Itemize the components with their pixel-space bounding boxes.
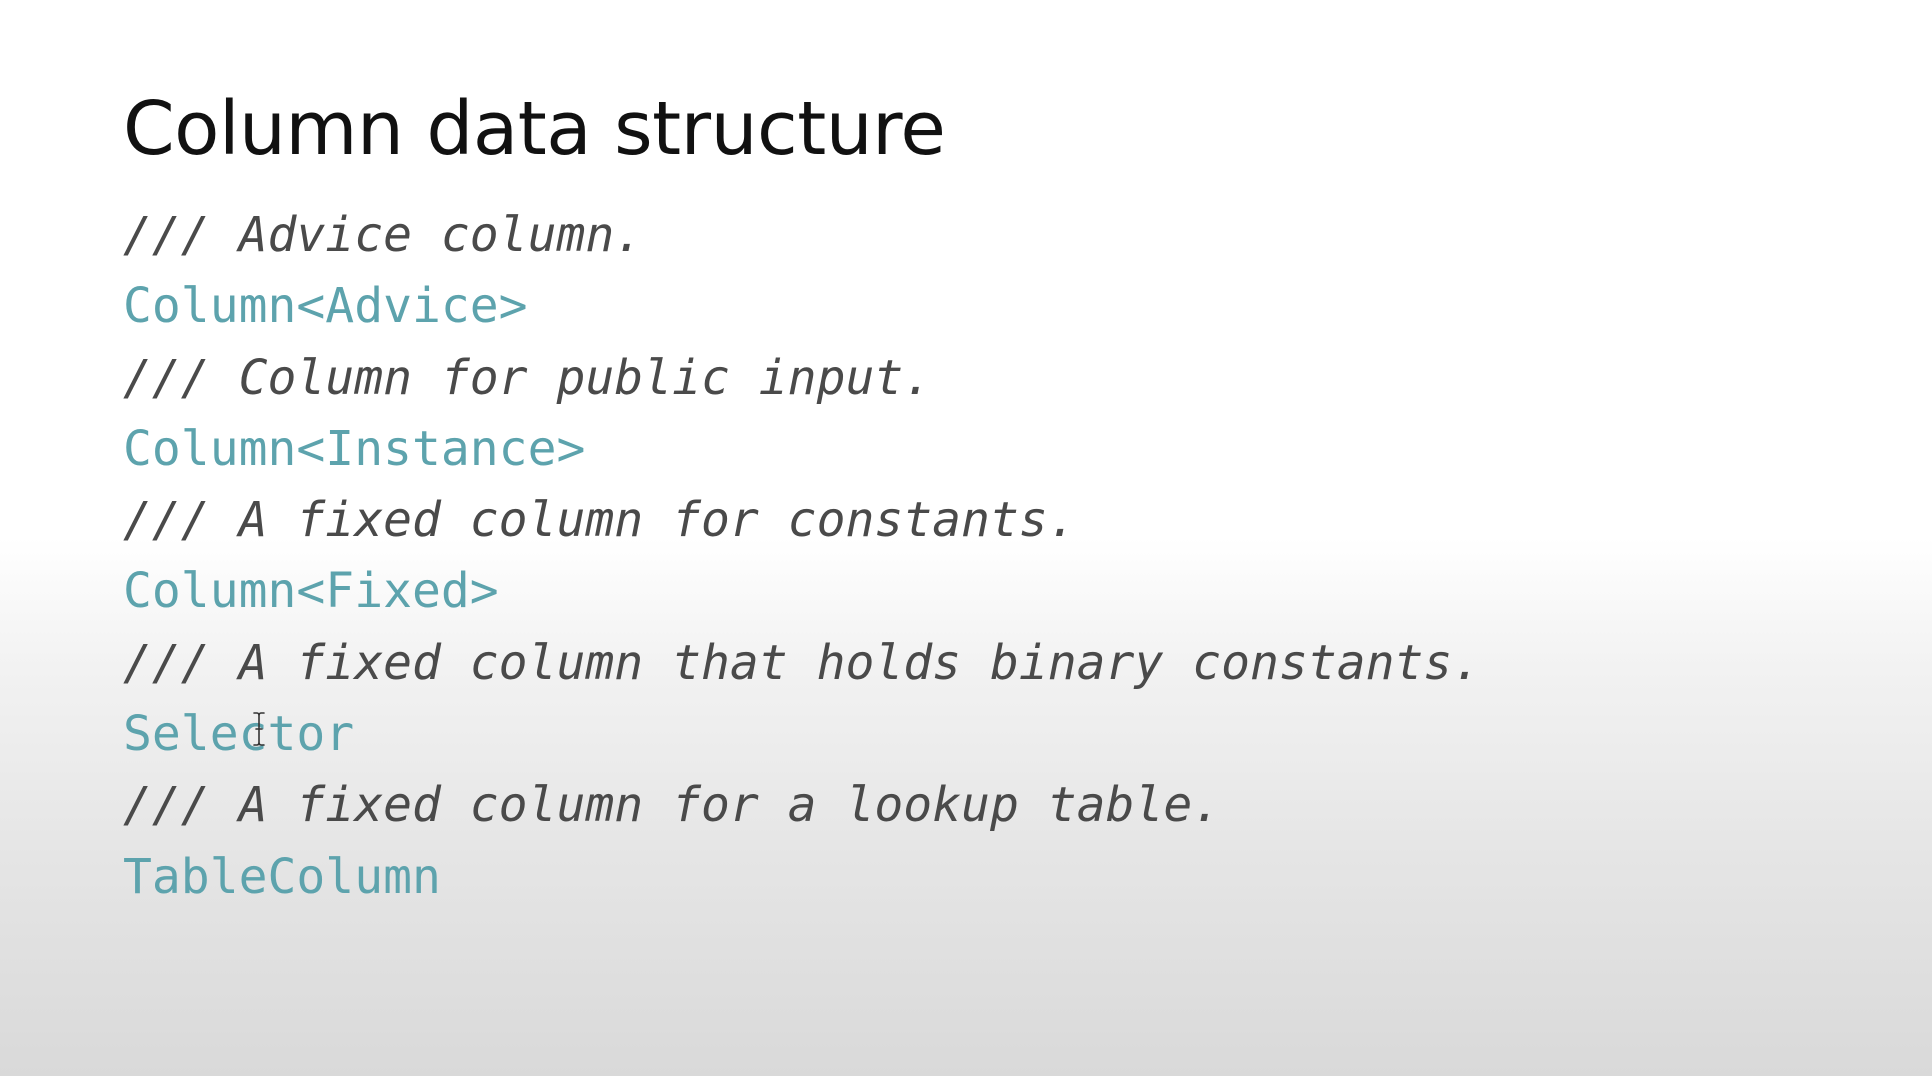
slide-title: Column data structure [123,86,946,172]
code-type-line: Column<Instance> [123,420,586,477]
code-comment-line: /// Column for public input. [123,349,933,406]
text-cursor-icon [253,712,265,746]
code-type-line: Selector [123,706,355,763]
code-block: /// Advice column. Column<Advice> /// Co… [123,200,1481,913]
code-comment-line: /// A fixed column for constants. [123,492,1077,549]
code-comment-line: /// A fixed column for a lookup table. [123,777,1222,834]
code-type-line: TableColumn [123,848,441,905]
code-type-line: Column<Fixed> [123,563,499,620]
code-type-line: Column<Advice> [123,278,528,335]
code-comment-line: /// Advice column. [123,207,644,263]
code-comment-line: /// A fixed column that holds binary con… [123,634,1482,691]
slide: Column data structure /// Advice column.… [0,0,1932,1076]
